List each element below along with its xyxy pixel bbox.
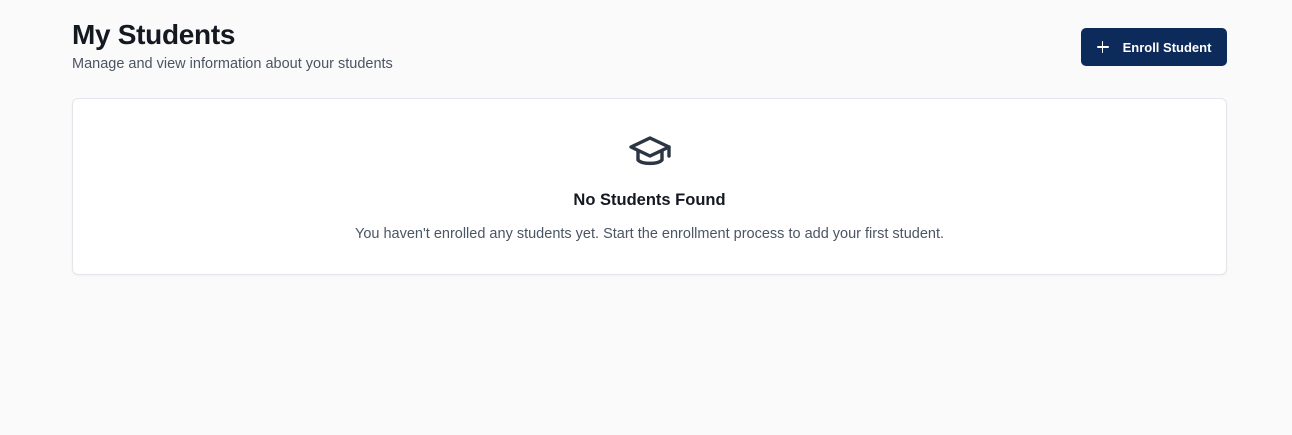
enroll-student-button[interactable]: Enroll Student <box>1081 28 1227 66</box>
empty-state-card: No Students Found You haven't enrolled a… <box>72 98 1227 275</box>
empty-state-title: No Students Found <box>573 191 726 209</box>
empty-state-description: You haven't enrolled any students yet. S… <box>354 226 945 242</box>
plus-icon <box>1096 41 1109 53</box>
graduation-cap-icon <box>628 136 671 166</box>
page-header: My Students Manage and view information … <box>72 18 1227 78</box>
page-subtitle: Manage and view information about your s… <box>72 56 393 72</box>
page-title: My Students <box>72 19 236 50</box>
enroll-student-button-label: Enroll Student <box>1122 39 1212 55</box>
page: My Students Manage and view information … <box>0 0 1292 435</box>
